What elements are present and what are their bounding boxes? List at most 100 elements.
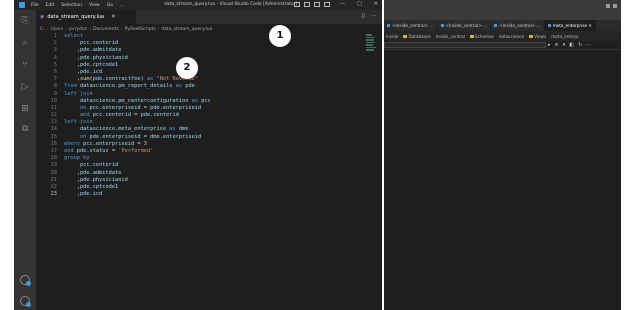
- breadcrumb-item[interactable]: Users: [50, 27, 63, 32]
- breadcrumb-item[interactable]: datascience: [499, 34, 524, 39]
- code-line[interactable]: 13 left join: [36, 119, 366, 126]
- manage-gear-icon[interactable]: [20, 296, 31, 307]
- editor-actions: ▯ ···: [362, 13, 376, 19]
- code-token: pcc.centerid: [79, 162, 119, 169]
- code-line[interactable]: 1 select: [36, 33, 366, 40]
- list-icon[interactable]: ≡: [555, 42, 559, 48]
- menu-more[interactable]: ...: [120, 3, 124, 8]
- breadcrumb-item[interactable]: Inside_central: [436, 34, 465, 39]
- breadcrumb-item[interactable]: jerrydoc: [69, 27, 87, 32]
- code-line[interactable]: 5 ,pde.cptcode1: [36, 62, 366, 69]
- code-token: pde.physicianid: [79, 176, 128, 183]
- extensions-icon[interactable]: ⊞: [20, 104, 30, 114]
- breadcrumb-item[interactable]: Views: [529, 34, 546, 39]
- breadcrumb-item[interactable]: Documents: [93, 27, 119, 32]
- toggle-secondary-sidebar-icon[interactable]: [314, 2, 320, 7]
- close-window-button[interactable]: ✕: [374, 1, 378, 7]
- tab-data-stream-query[interactable]: ◉ data_stream_query.lua ✕: [36, 10, 136, 24]
- filter-input[interactable]: [384, 42, 546, 48]
- code-line[interactable]: 11 on pcc.enterpriseid = pde.enterprisei…: [36, 105, 366, 112]
- breadcrumb-item[interactable]: Schemas: [469, 34, 494, 39]
- code-line[interactable]: 22 ,pde.cptcode1: [36, 184, 366, 191]
- menu-edit[interactable]: Edit: [46, 3, 55, 8]
- code-line[interactable]: 12 and pcc.centerid = pde.centerid: [36, 112, 366, 119]
- code-token: pde.contractfee: [92, 76, 141, 83]
- code-text: and pcc.centerid = pde.centerid: [64, 112, 179, 119]
- code-line[interactable]: 19 pcc.centerid: [36, 162, 366, 169]
- query-tab[interactable]: <Inside_central> ...: [438, 20, 492, 31]
- code-token: pde.admitdate: [79, 47, 122, 54]
- refresh-icon[interactable]: ↻: [578, 42, 582, 48]
- toggle-panel-icon[interactable]: [304, 2, 310, 7]
- maximize-button[interactable]: [613, 4, 617, 8]
- search-icon[interactable]: ⌕: [20, 38, 30, 48]
- toggle-sidebar-icon[interactable]: [294, 2, 300, 7]
- code-token: pde.cptcode1: [79, 61, 119, 68]
- run-debug-icon[interactable]: ▷: [20, 82, 30, 92]
- line-number: 10: [50, 97, 57, 104]
- code-line[interactable]: 7 ,sum(pde.contractfee) as "Net Revenue": [36, 76, 366, 83]
- code-token: ,: [64, 54, 80, 61]
- customize-layout-icon[interactable]: [324, 2, 330, 7]
- code-line[interactable]: 9 left join: [36, 91, 366, 98]
- annotation-marker-2: 2: [176, 57, 198, 79]
- code-line[interactable]: 18 group by: [36, 155, 366, 162]
- code-token: select: [64, 33, 84, 39]
- code-line[interactable]: 17 and pde.status = 'Performed': [36, 148, 366, 155]
- maximize-button[interactable]: □: [357, 1, 362, 7]
- breadcrumb-file[interactable]: data_stream_query.lua: [161, 27, 212, 32]
- breadcrumb-item[interactable]: Inside: [386, 34, 398, 39]
- breadcrumb-item[interactable]: C:: [40, 27, 45, 32]
- query-tab-active[interactable]: meta_enterprise ✕: [544, 20, 596, 31]
- breadcrumb-item[interactable]: Databases: [403, 34, 431, 39]
- code-line[interactable]: 21 ,pde.physicianid: [36, 177, 366, 184]
- code-line[interactable]: 23 ,pde.icd: [36, 191, 366, 198]
- more-actions-icon[interactable]: ···: [371, 13, 376, 19]
- code-editor[interactable]: 1 select 2 pcc.centerid 3 ,pde.admitdate 4 ,…: [36, 33, 366, 198]
- window-controls: [606, 4, 617, 8]
- query-tab[interactable]: <Inside_central> ...: [491, 20, 545, 31]
- menu-selection[interactable]: Selection: [61, 3, 82, 8]
- chevron-right-icon: ›: [89, 27, 92, 32]
- accounts-icon[interactable]: [20, 275, 31, 286]
- code-line[interactable]: 2 pcc.centerid: [36, 40, 366, 47]
- code-line[interactable]: 14 datascience.meta_enterprise as dme: [36, 126, 366, 133]
- code-text: ,pde.cptcode1: [64, 62, 118, 69]
- breadcrumb-item[interactable]: meta_enterp: [551, 34, 578, 39]
- minimize-button[interactable]: [606, 4, 610, 8]
- remote-explorer-icon[interactable]: ⧉: [20, 124, 30, 134]
- split-editor-icon[interactable]: ▯: [362, 13, 365, 19]
- code-token: and: [79, 112, 90, 119]
- code-token: dme: [178, 126, 189, 133]
- dropdown-icon[interactable]: ▾: [563, 42, 566, 48]
- code-line[interactable]: 8 from datascience.pm_report_details as p…: [36, 83, 366, 90]
- code-line[interactable]: 20 ,pde.admitdate: [36, 170, 366, 177]
- code-line[interactable]: 10 datascience.pm_centerconfiguration as…: [36, 98, 366, 105]
- close-tab-icon[interactable]: ✕: [111, 14, 116, 20]
- source-control-icon[interactable]: ⑂: [20, 60, 30, 70]
- menu-bar: File Edit Selection View Go ...: [31, 3, 124, 8]
- menu-view[interactable]: View: [89, 3, 100, 8]
- explorer-icon[interactable]: ⎘: [20, 16, 30, 26]
- code-line[interactable]: 15 on pde.enterpriseid = dme.enterprisei…: [36, 134, 366, 141]
- query-tab[interactable]: <Inside_central> ...: [384, 20, 438, 31]
- menu-go[interactable]: Go: [107, 3, 113, 8]
- code-line[interactable]: 16 where pcc.enterpriseid = 3: [36, 141, 366, 148]
- more-icon[interactable]: ⋯: [586, 42, 591, 48]
- code-token: ,: [64, 191, 80, 198]
- code-line[interactable]: 6 ,pde.icd: [36, 69, 366, 76]
- menu-file[interactable]: File: [31, 3, 39, 8]
- code-text: datascience.meta_enterprise as dme: [64, 126, 188, 133]
- minimize-button[interactable]: —: [340, 1, 345, 7]
- breadcrumb-item[interactable]: PyRootScripts: [125, 27, 156, 32]
- code-token: left join: [64, 119, 93, 126]
- code-line[interactable]: 3 ,pde.admitdate: [36, 47, 366, 54]
- code-token: pde.icd: [79, 191, 103, 198]
- folder-icon: [403, 34, 408, 38]
- panel-icon[interactable]: ◧: [569, 42, 574, 48]
- code-line[interactable]: 4 ,pde.physicianid: [36, 55, 366, 62]
- run-icon[interactable]: ▸: [548, 42, 551, 48]
- minimap[interactable]: [366, 34, 376, 58]
